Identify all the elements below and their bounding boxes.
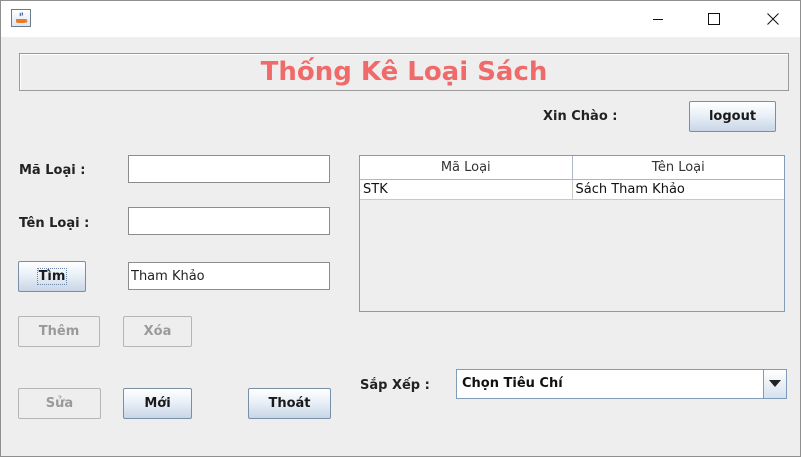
add-button[interactable]: Thêm bbox=[18, 316, 100, 347]
ten-loai-input[interactable] bbox=[128, 207, 330, 235]
edit-button[interactable]: Sửa bbox=[18, 388, 101, 419]
main-panel: Thống Kê Loại Sách Xin Chào : logout Mã … bbox=[1, 37, 800, 456]
sort-select-value: Chọn Tiêu Chí bbox=[462, 376, 563, 391]
chevron-down-icon bbox=[769, 380, 781, 387]
java-app-icon bbox=[11, 9, 31, 27]
close-icon bbox=[767, 13, 779, 25]
table-header: Mã Loại Tên Loại bbox=[360, 156, 784, 180]
title-panel: Thống Kê Loại Sách bbox=[19, 53, 789, 91]
title-bar[interactable] bbox=[1, 1, 800, 37]
page-title: Thống Kê Loại Sách bbox=[260, 57, 548, 87]
ma-loai-input[interactable] bbox=[128, 155, 330, 183]
search-input[interactable] bbox=[128, 262, 330, 290]
dropdown-arrow-button[interactable] bbox=[763, 370, 786, 398]
column-header-ten-loai[interactable]: Tên Loại bbox=[573, 156, 785, 179]
search-button-label: Tìm bbox=[36, 268, 68, 285]
app-window: Thống Kê Loại Sách Xin Chào : logout Mã … bbox=[0, 0, 801, 457]
sort-select[interactable]: Chọn Tiêu Chí bbox=[456, 369, 787, 399]
minimize-button[interactable] bbox=[635, 1, 681, 37]
exit-button[interactable]: Thoát bbox=[248, 388, 331, 419]
delete-button[interactable]: Xóa bbox=[123, 316, 192, 347]
greeting-label: Xin Chào : bbox=[543, 109, 618, 124]
category-table[interactable]: Mã Loại Tên Loại STK Sách Tham Khảo bbox=[359, 155, 785, 312]
new-button[interactable]: Mới bbox=[123, 388, 192, 419]
maximize-icon bbox=[708, 13, 720, 25]
ma-loai-label: Mã Loại : bbox=[19, 163, 86, 178]
sort-label: Sắp Xếp : bbox=[360, 378, 430, 393]
table-cell[interactable]: STK bbox=[360, 180, 573, 199]
table-row[interactable]: STK Sách Tham Khảo bbox=[360, 180, 784, 200]
logout-button[interactable]: logout bbox=[689, 101, 776, 132]
close-button[interactable] bbox=[750, 1, 796, 37]
table-cell[interactable]: Sách Tham Khảo bbox=[573, 180, 785, 199]
ten-loai-label: Tên Loại : bbox=[19, 216, 90, 231]
maximize-button[interactable] bbox=[691, 1, 737, 37]
column-header-ma-loai[interactable]: Mã Loại bbox=[360, 156, 573, 179]
minimize-icon bbox=[653, 19, 663, 20]
search-button[interactable]: Tìm bbox=[18, 261, 86, 292]
